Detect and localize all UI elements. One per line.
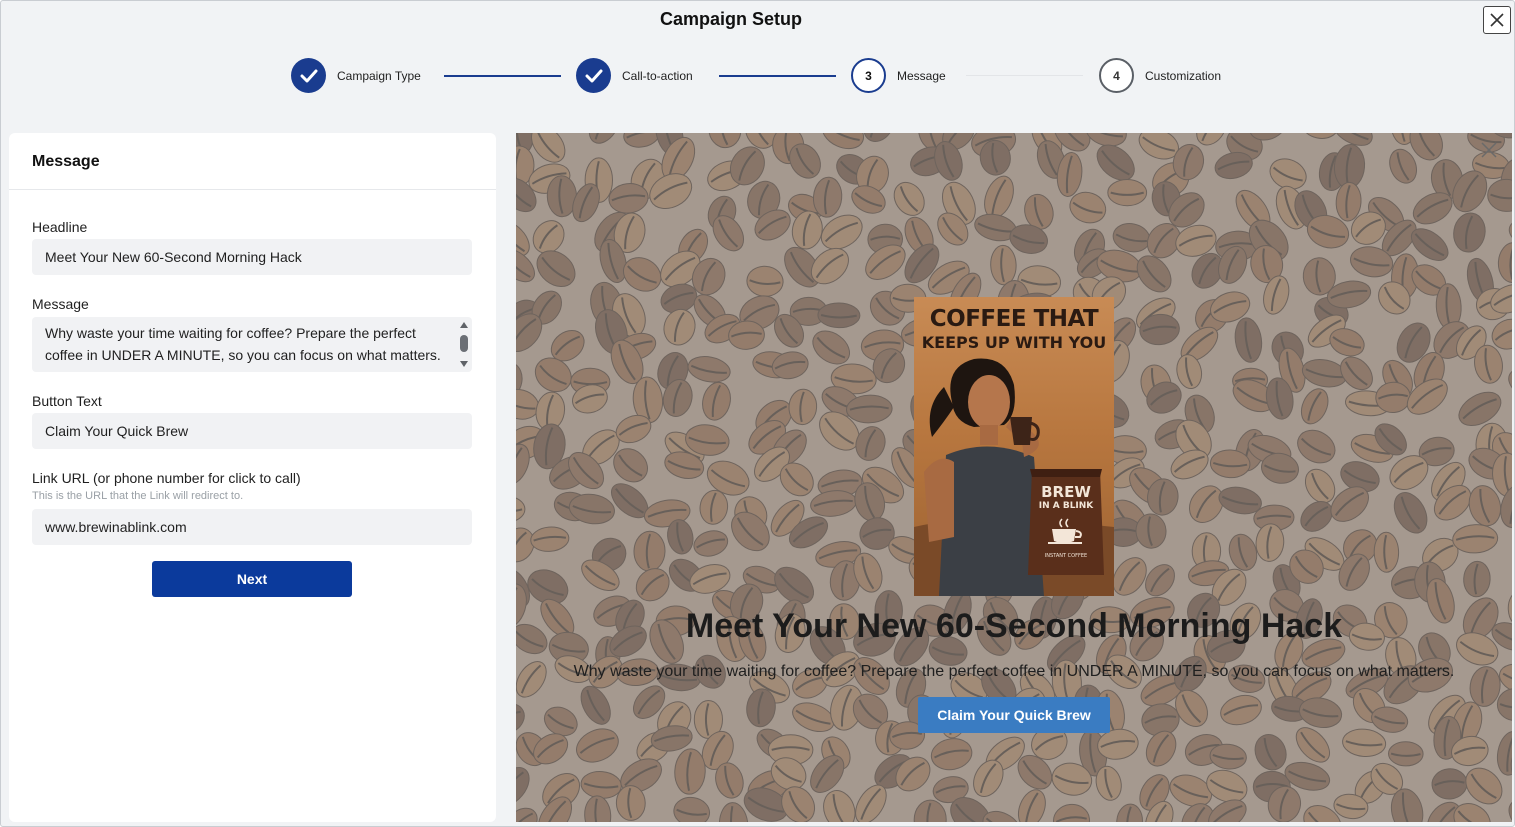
step-connector [444,75,561,77]
step-connector [966,75,1083,76]
message-form-panel: Message Headline Meet Your New 60-Second… [9,133,496,822]
step-customization[interactable]: 4 Customization [1099,58,1221,93]
step-label: Customization [1145,68,1222,83]
link-url-label: Link URL (or phone number for click to c… [32,470,301,486]
coffee-cup-icon [1048,518,1082,544]
progress-stepper: Campaign Type Call-to-action 3 Message 4… [1,58,1515,94]
step-connector [719,75,836,77]
button-text-label: Button Text [32,393,102,409]
step-number: 3 [851,58,886,93]
step-campaign-type[interactable]: Campaign Type [291,58,421,93]
preview-cta-button[interactable]: Claim Your Quick Brew [918,697,1110,733]
preview-close-icon[interactable] [1480,141,1498,159]
panel-title: Message [9,133,496,190]
preview-message: Why waste your time waiting for coffee? … [573,663,1455,680]
hero-image: COFFEE THAT KEEPS UP WITH YOU BREW IN A … [914,297,1114,596]
scroll-thumb[interactable] [460,335,468,352]
preview-headline: Meet Your New 60-Second Morning Hack [685,607,1343,645]
package-tagline: INSTANT COFFEE [1044,553,1088,559]
close-icon [1490,13,1504,27]
link-url-input[interactable]: www.brewinablink.com [32,509,472,545]
step-number: 4 [1099,58,1134,93]
scroll-down-icon[interactable] [460,361,468,367]
scroll-up-icon[interactable] [460,322,468,328]
campaign-setup-dialog: Campaign Setup Campaign Type Call-to-act… [0,0,1515,827]
next-button[interactable]: Next [152,561,352,597]
campaign-preview: COFFEE THAT KEEPS UP WITH YOU BREW IN A … [516,133,1512,822]
step-label: Campaign Type [337,68,421,83]
coffee-package: BREW IN A BLINK INSTANT COFFEE [1030,483,1102,573]
package-brand: BREW [1041,483,1091,501]
message-scrollbar[interactable] [458,320,470,369]
dialog-title: Campaign Setup [659,9,802,29]
headline-input[interactable]: Meet Your New 60-Second Morning Hack [32,239,472,275]
step-label: Call-to-action [622,68,693,83]
check-icon [576,58,611,93]
message-label: Message [32,296,89,312]
message-text: Why waste your time waiting for coffee? … [45,325,441,363]
step-call-to-action[interactable]: Call-to-action [576,58,693,93]
check-icon [291,58,326,93]
step-message[interactable]: 3 Message [851,58,946,93]
button-text-input[interactable]: Claim Your Quick Brew [32,413,472,449]
link-url-hint: This is the URL that the Link will redir… [32,490,244,502]
dialog-close-button[interactable] [1483,6,1511,34]
headline-label: Headline [32,219,88,235]
package-subtitle: IN A BLINK [1038,501,1094,511]
step-label: Message [897,68,946,83]
message-textarea[interactable]: Why waste your time waiting for coffee? … [32,317,472,372]
